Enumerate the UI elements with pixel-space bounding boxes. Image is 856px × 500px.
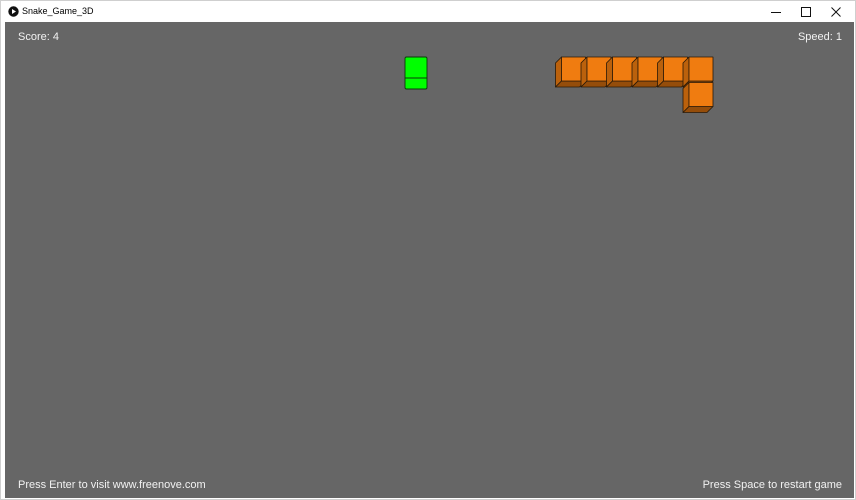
- food-face: [404, 56, 428, 90]
- snake-segment-front: [688, 82, 714, 107]
- speed-label: Speed: 1: [797, 31, 842, 43]
- app-window: Snake_Game_3D Score: 4 Speed: 1 Press En…: [0, 0, 856, 500]
- close-button[interactable]: [821, 1, 851, 22]
- title-bar[interactable]: Snake_Game_3D: [1, 1, 855, 22]
- snake-segment: [682, 82, 714, 113]
- maximize-button[interactable]: [791, 1, 821, 22]
- enter-hint-text: Press Enter to visit www.freenove.com: [18, 479, 206, 491]
- space-hint-text: Press Space to restart game: [702, 479, 842, 491]
- game-canvas[interactable]: Score: 4 Speed: 1 Press Enter to visit w…: [5, 22, 854, 498]
- maximize-icon: [801, 6, 811, 17]
- window-title: Snake_Game_3D: [22, 6, 94, 16]
- game-board: [404, 56, 714, 113]
- snake-segment-front: [688, 56, 714, 82]
- minimize-button[interactable]: [761, 1, 791, 22]
- close-icon: [831, 6, 841, 17]
- score-label: Score: 4: [18, 31, 59, 43]
- minimize-icon: [771, 11, 781, 13]
- food-block: [404, 56, 428, 90]
- processing-app-icon: [8, 6, 19, 17]
